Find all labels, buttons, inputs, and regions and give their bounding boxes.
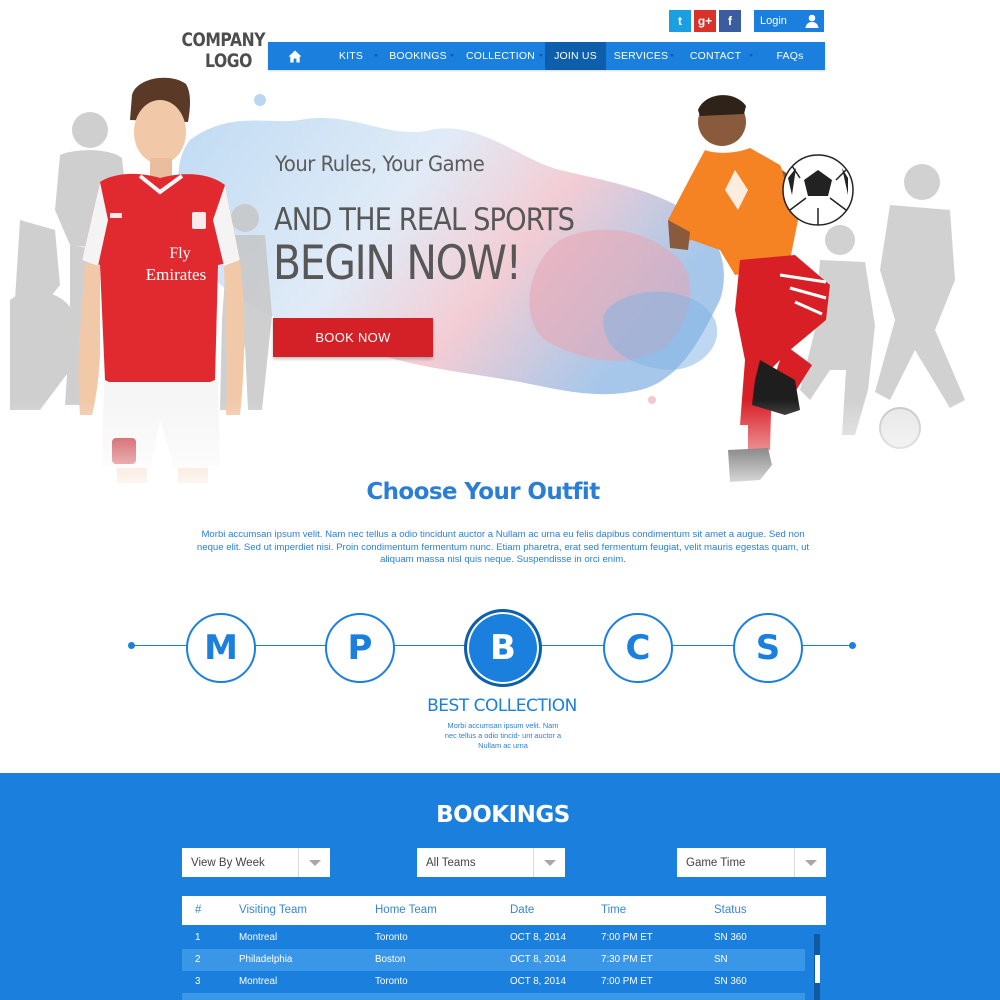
table-cell: Boston xyxy=(375,954,406,965)
outfit-section-title: Choose Your Outfit xyxy=(366,479,600,505)
dropdown-arrow xyxy=(533,848,565,877)
nav-bookings[interactable]: BOOKINGS xyxy=(380,42,456,70)
hero-subtitle: Your Rules, Your Game xyxy=(275,152,485,176)
login-button[interactable]: Login xyxy=(754,10,824,32)
jersey-sponsor-line-2: Emirates xyxy=(146,265,206,284)
stepper-end-dot xyxy=(849,642,856,649)
social-links: t g+ f xyxy=(669,10,741,32)
nav-label: CONTACT xyxy=(689,50,742,62)
step-c[interactable]: C xyxy=(603,613,673,683)
collection-stepper: M P B C S xyxy=(0,600,1000,700)
table-cell: Montreal xyxy=(239,932,278,943)
bookings-title: BOOKINGS xyxy=(436,802,570,828)
stepper-end-dot xyxy=(128,642,135,649)
chevron-down-icon xyxy=(543,859,556,866)
select-value: All Teams xyxy=(426,856,476,869)
company-logo[interactable]: COMPANY LOGO xyxy=(181,29,266,72)
book-now-button[interactable]: BOOK NOW xyxy=(273,318,433,357)
week-filter-select[interactable]: View By Week xyxy=(182,848,330,877)
step-b[interactable]: B xyxy=(464,609,542,687)
dropdown-arrow xyxy=(794,848,826,877)
table-row[interactable] xyxy=(182,993,805,1000)
nav-faqs[interactable]: FAQs xyxy=(755,42,825,70)
step-m[interactable]: M xyxy=(186,613,256,683)
caret-down-icon xyxy=(539,54,543,57)
caret-down-icon xyxy=(749,54,753,57)
hero-banner: Fly Emirates Your Rules, Your Game AND T… xyxy=(0,70,1000,500)
nav-label: FAQs xyxy=(776,50,804,62)
jersey-sponsor-line-1: Fly xyxy=(169,245,190,262)
table-cell: Philadelphia xyxy=(239,954,293,965)
logo-line-1: COMPANY xyxy=(181,29,266,51)
main-nav: KITS BOOKINGS COLLECTION JOIN US SERVICE… xyxy=(268,42,825,70)
chevron-down-icon xyxy=(804,859,817,866)
google-plus-icon[interactable]: g+ xyxy=(694,10,716,32)
step-p[interactable]: P xyxy=(325,613,395,683)
chevron-down-icon xyxy=(308,859,321,866)
page: COMPANY LOGO t g+ f Login KITS BOOKINGS … xyxy=(0,0,1000,1000)
table-cell: 3 xyxy=(195,976,201,987)
table-row[interactable]: 3 Montreal Toronto OCT 8, 2014 7:00 PM E… xyxy=(182,971,805,993)
game-time-filter-select[interactable]: Game Time xyxy=(677,848,826,877)
table-cell: 7:30 PM ET xyxy=(601,954,653,965)
home-icon xyxy=(288,50,302,62)
nav-label: KITS xyxy=(338,50,364,62)
outfit-section-text: Morbi accumsan ipsum velit. Nam nec tell… xyxy=(196,529,810,565)
nav-label: JOIN US xyxy=(554,50,597,62)
bookings-section: BOOKINGS View By Week All Teams Game Tim… xyxy=(0,773,1000,1000)
column-header[interactable]: Date xyxy=(510,904,534,916)
table-row[interactable]: 2 Philadelphia Boston OCT 8, 2014 7:30 P… xyxy=(182,949,805,971)
user-icon xyxy=(805,14,819,28)
table-cell: OCT 8, 2014 xyxy=(510,976,566,987)
nav-collection[interactable]: COLLECTION xyxy=(456,42,545,70)
table-cell: OCT 8, 2014 xyxy=(510,954,566,965)
table-cell: OCT 8, 2014 xyxy=(510,932,566,943)
column-header[interactable]: Home Team xyxy=(375,904,437,916)
nav-join-us[interactable]: JOIN US xyxy=(545,42,606,70)
dropdown-arrow xyxy=(298,848,330,877)
table-cell: Toronto xyxy=(375,932,408,943)
facebook-icon[interactable]: f xyxy=(719,10,741,32)
nav-label: BOOKINGS xyxy=(389,50,447,62)
nav-contact[interactable]: CONTACT xyxy=(676,42,755,70)
teams-filter-select[interactable]: All Teams xyxy=(417,848,565,877)
table-cell: 7:00 PM ET xyxy=(601,976,653,987)
nav-kits[interactable]: KITS xyxy=(322,42,380,70)
bookings-table-header: # Visiting Team Home Team Date Time Stat… xyxy=(182,896,826,925)
step-s[interactable]: S xyxy=(733,613,803,683)
hero-headline-line-1: AND THE REAL SPORTS xyxy=(274,202,575,238)
table-scrollbar-thumb[interactable] xyxy=(815,955,820,983)
collection-title: BEST COLLECTION xyxy=(427,696,577,716)
nav-label: SERVICES xyxy=(613,50,669,62)
table-cell: Toronto xyxy=(375,976,408,987)
logo-line-2: LOGO xyxy=(204,50,252,72)
column-header[interactable]: Status xyxy=(714,904,747,916)
nav-services[interactable]: SERVICES xyxy=(606,42,676,70)
table-cell: 2 xyxy=(195,954,201,965)
caret-down-icon xyxy=(670,54,674,57)
table-cell: Montreal xyxy=(239,976,278,987)
caret-down-icon xyxy=(374,54,378,57)
column-header[interactable]: Visiting Team xyxy=(239,904,307,916)
table-cell: SN xyxy=(714,954,728,965)
select-value: View By Week xyxy=(191,856,265,869)
table-cell: SN 360 xyxy=(714,932,747,943)
collection-text: Morbi accumsan ipsum velit. Nam nec tell… xyxy=(444,721,562,750)
login-label: Login xyxy=(760,15,787,27)
nav-home[interactable] xyxy=(268,42,322,70)
nav-label: COLLECTION xyxy=(465,50,536,62)
twitter-icon[interactable]: t xyxy=(669,10,691,32)
table-row[interactable]: 1 Montreal Toronto OCT 8, 2014 7:00 PM E… xyxy=(182,927,805,949)
table-cell: SN 360 xyxy=(714,976,747,987)
table-cell: 7:00 PM ET xyxy=(601,932,653,943)
column-header[interactable]: Time xyxy=(601,904,626,916)
caret-down-icon xyxy=(450,54,454,57)
select-value: Game Time xyxy=(686,856,746,869)
hero-headline-line-2: BEGIN NOW! xyxy=(273,236,522,291)
column-header[interactable]: # xyxy=(195,904,201,916)
table-cell: 1 xyxy=(195,932,201,943)
